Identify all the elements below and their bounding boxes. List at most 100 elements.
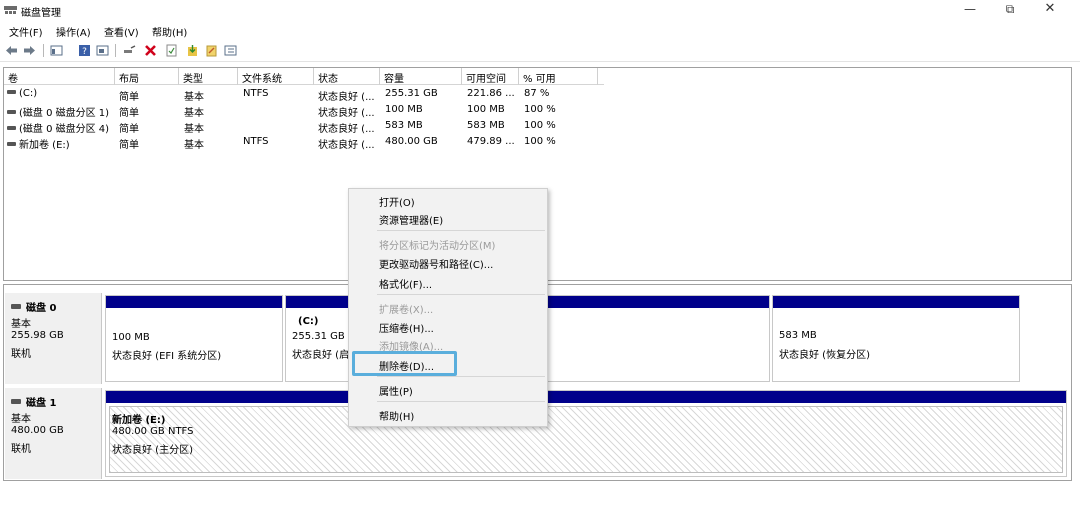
column-type[interactable]: 类型	[179, 68, 238, 85]
table-row[interactable]: (磁盘 0 磁盘分区 1) 简单 基本 状态良好 (... 100 MB 100…	[4, 102, 604, 119]
column-volume[interactable]: 卷	[4, 68, 115, 85]
partition-size: 100 MB	[112, 332, 150, 343]
table-row[interactable]: 新加卷 (E:) 简单 基本 NTFS 状态良好 (... 480.00 GB …	[4, 134, 604, 151]
cell-percent-free: 100 %	[524, 136, 556, 147]
menu-item-properties[interactable]: 属性(P)	[379, 383, 413, 398]
column-percent-free[interactable]: % 可用	[519, 68, 598, 85]
column-free-space[interactable]: 可用空间	[462, 68, 519, 85]
disk-management-app-icon	[4, 6, 17, 14]
help-icon[interactable]: ?	[78, 44, 91, 57]
toolbar-separator	[115, 44, 116, 57]
column-filesystem[interactable]: 文件系统	[238, 68, 314, 85]
menu-action[interactable]: 操作(A)	[56, 24, 91, 39]
delete-icon[interactable]	[144, 44, 157, 57]
check-icon[interactable]	[165, 44, 178, 57]
partition-selected-area	[109, 406, 1063, 473]
cell-status: 状态良好 (...	[318, 92, 375, 103]
forward-arrow-icon[interactable]	[23, 44, 36, 57]
partition-size: 255.31 GB N	[292, 331, 356, 342]
layout-icon[interactable]	[224, 44, 237, 57]
volume-icon	[7, 142, 16, 146]
disk-icon	[11, 399, 21, 404]
cell-capacity: 100 MB	[385, 104, 423, 115]
cell-status: 状态良好 (...	[318, 140, 375, 151]
partition-status: 状态良好 (EFI 系统分区)	[112, 351, 222, 362]
cell-type: 基本	[184, 108, 204, 119]
partition-efi[interactable]: 100 MB 状态良好 (EFI 系统分区)	[105, 295, 283, 382]
column-capacity[interactable]: 容量	[380, 68, 462, 85]
menu-separator	[377, 230, 545, 231]
cell-capacity: 255.31 GB	[385, 88, 438, 99]
menu-separator	[377, 376, 545, 377]
menu-help[interactable]: 帮助(H)	[152, 24, 187, 39]
column-status[interactable]: 状态	[314, 68, 380, 85]
partition-recovery[interactable]: 583 MB 状态良好 (恢复分区)	[772, 295, 1020, 382]
cell-free-space: 583 MB	[467, 120, 505, 131]
disk-0-label[interactable]: 磁盘 0 基本 255.98 GB 联机	[5, 293, 102, 384]
partition-e[interactable]: 新加卷 (E:) 480.00 GB NTFS 状态良好 (主分区)	[105, 390, 1067, 477]
disk-1-label[interactable]: 磁盘 1 基本 480.00 GB 联机	[5, 388, 102, 479]
partition-size: 480.00 GB NTFS	[112, 426, 194, 437]
connect-icon[interactable]	[123, 44, 136, 57]
disk-size: 480.00 GB	[11, 425, 64, 436]
partition-bar	[773, 296, 1019, 308]
cell-filesystem: NTFS	[243, 88, 269, 99]
maximize-button[interactable]: ⧉	[992, 0, 1028, 20]
table-row[interactable]: (C:) 简单 基本 NTFS 状态良好 (... 255.31 GB 221.…	[4, 86, 604, 103]
close-button[interactable]: ✕	[1032, 0, 1068, 20]
menu-item-mark-active: 将分区标记为活动分区(M)	[379, 241, 496, 252]
cell-layout: 简单	[119, 108, 139, 119]
delete-volume-highlight	[352, 351, 457, 376]
import-icon[interactable]	[186, 44, 199, 57]
partition-status: 状态良好 (启	[292, 350, 350, 361]
back-arrow-icon[interactable]	[5, 44, 18, 57]
partition-bar	[106, 296, 282, 308]
cell-percent-free: 100 %	[524, 104, 556, 115]
disk-status: 联机	[11, 349, 31, 360]
menu-item-help[interactable]: 帮助(H)	[379, 408, 414, 423]
menu-view[interactable]: 查看(V)	[104, 24, 139, 39]
menu-file[interactable]: 文件(F)	[9, 24, 43, 39]
cell-type: 基本	[184, 124, 204, 135]
minimize-button[interactable]: —	[952, 0, 988, 20]
properties-icon[interactable]	[96, 44, 109, 57]
partition-status: 状态良好 (主分区)	[112, 445, 193, 456]
cell-percent-free: 100 %	[524, 120, 556, 131]
cell-layout: 简单	[119, 140, 139, 151]
menu-item-explorer[interactable]: 资源管理器(E)	[379, 212, 443, 227]
partition-size: 583 MB	[779, 330, 817, 341]
cell-status: 状态良好 (...	[318, 108, 375, 119]
partition-title: 新加卷 (E:)	[112, 415, 166, 426]
cell-filesystem: NTFS	[243, 136, 269, 147]
cell-capacity: 583 MB	[385, 120, 423, 131]
menu-separator	[377, 294, 545, 295]
partition-status: 状态良好 (恢复分区)	[779, 350, 870, 361]
window-title: 磁盘管理	[21, 8, 61, 19]
disk-size: 255.98 GB	[11, 330, 64, 341]
toolbar: ?	[0, 40, 1080, 62]
disk-name: 磁盘 1	[26, 398, 57, 409]
cell-type: 基本	[184, 92, 204, 103]
disk-type: 基本	[11, 414, 31, 425]
disk-type: 基本	[11, 319, 31, 330]
context-menu: 打开(O) 资源管理器(E) 将分区标记为活动分区(M) 更改驱动器号和路径(C…	[348, 188, 548, 427]
menu-separator	[377, 401, 545, 402]
menu-item-shrink-volume[interactable]: 压缩卷(H)...	[379, 320, 434, 335]
disk-name: 磁盘 0	[26, 303, 57, 314]
table-row[interactable]: (磁盘 0 磁盘分区 4) 简单 基本 状态良好 (... 583 MB 583…	[4, 118, 604, 135]
cell-capacity: 480.00 GB	[385, 136, 438, 147]
disk-status: 联机	[11, 444, 31, 455]
menu-item-format[interactable]: 格式化(F)...	[379, 276, 432, 291]
cell-free-space: 479.89 ...	[467, 136, 515, 147]
menu-item-extend-volume: 扩展卷(X)...	[379, 305, 434, 316]
menu-item-open[interactable]: 打开(O)	[379, 194, 415, 209]
menu-item-change-drive-letter[interactable]: 更改驱动器号和路径(C)...	[379, 256, 493, 271]
cell-free-space: 221.86 ...	[467, 88, 515, 99]
new-volume-icon[interactable]	[205, 44, 218, 57]
menu-bar: 文件(F) 操作(A) 查看(V) 帮助(H)	[0, 21, 1080, 39]
volume-list-header: 卷 布局 类型 文件系统 状态 容量 可用空间 % 可用	[4, 68, 604, 85]
disk-icon	[11, 304, 21, 309]
console-tree-icon[interactable]	[50, 44, 63, 57]
column-layout[interactable]: 布局	[115, 68, 179, 85]
toolbar-separator	[43, 44, 44, 57]
